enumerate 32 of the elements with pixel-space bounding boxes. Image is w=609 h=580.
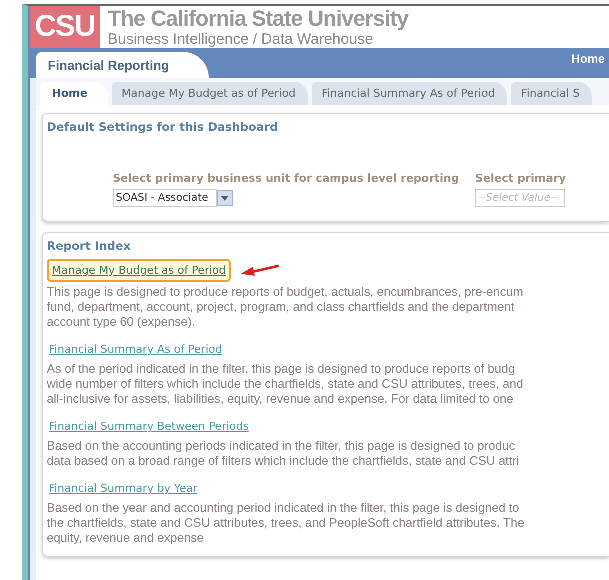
home-link[interactable]: Home	[572, 52, 609, 78]
dashboard-tab[interactable]: Financial Reporting	[36, 52, 210, 78]
report-link[interactable]: Financial Summary Between Periods	[47, 417, 251, 436]
tab[interactable]: Financial Summary As of Period	[312, 82, 508, 105]
tab[interactable]: Financial S	[511, 82, 592, 105]
description-line: account type 60 (expense).	[47, 315, 196, 330]
dropdown-field[interactable]: SOASI - Associate	[113, 189, 217, 207]
report-link[interactable]: Financial Summary As of Period	[47, 340, 224, 359]
app-title: The California State University	[108, 6, 408, 30]
description-line: all-inclusive for assets, liabilities, equity, revenue and expense. For data limited to one	[47, 392, 515, 407]
report-link[interactable]: Financial Summary by Year	[47, 479, 200, 498]
description-line: As of the period indicated in the filter, this page is designed to produce reports of budg	[47, 362, 516, 377]
panel-title: Report Index	[46, 238, 132, 255]
panel-title: Default Settings for this Dashboard	[46, 119, 280, 136]
description-line: This page is designed to produce reports of budget, actuals, encumbrances, pre-encum	[47, 285, 524, 300]
dropdown-button[interactable]	[217, 190, 233, 206]
tab[interactable]: Home	[40, 82, 108, 105]
caret-icon	[221, 196, 229, 200]
description-line: equity, revenue and expense	[47, 531, 206, 546]
report-link[interactable]: Manage My Budget as of Period	[47, 259, 232, 282]
description-line: the chartfields, state and CSU attributes, trees, and PeopleSoft chartfield attributes. The	[47, 516, 526, 531]
app-subtitle: Business Intelligence / Data Warehouse	[108, 30, 374, 48]
description-line: data based on a broad range of filters which include the chartfields, state and CSU attri	[47, 454, 520, 469]
arrow-icon	[241, 264, 282, 278]
prompt-label: Select primary	[475, 172, 566, 185]
description-line: Based on the year and accounting period indicated in the filter, this page is designed to	[47, 501, 520, 516]
tab[interactable]: Manage My Budget as of Period	[112, 82, 308, 105]
description-line: fund, department, account, project, program, and class chartfields and the department	[47, 300, 516, 315]
logo: CSU	[30, 6, 100, 48]
prompt-label: Select primary business unit for campus level reporting	[113, 172, 460, 185]
description-line: wide number of filters which include the chartfields, state and CSU attributes, trees, and	[47, 377, 524, 392]
description-line: Based on the accounting periods indicated in the filter, this page is designed to produc	[47, 439, 516, 454]
